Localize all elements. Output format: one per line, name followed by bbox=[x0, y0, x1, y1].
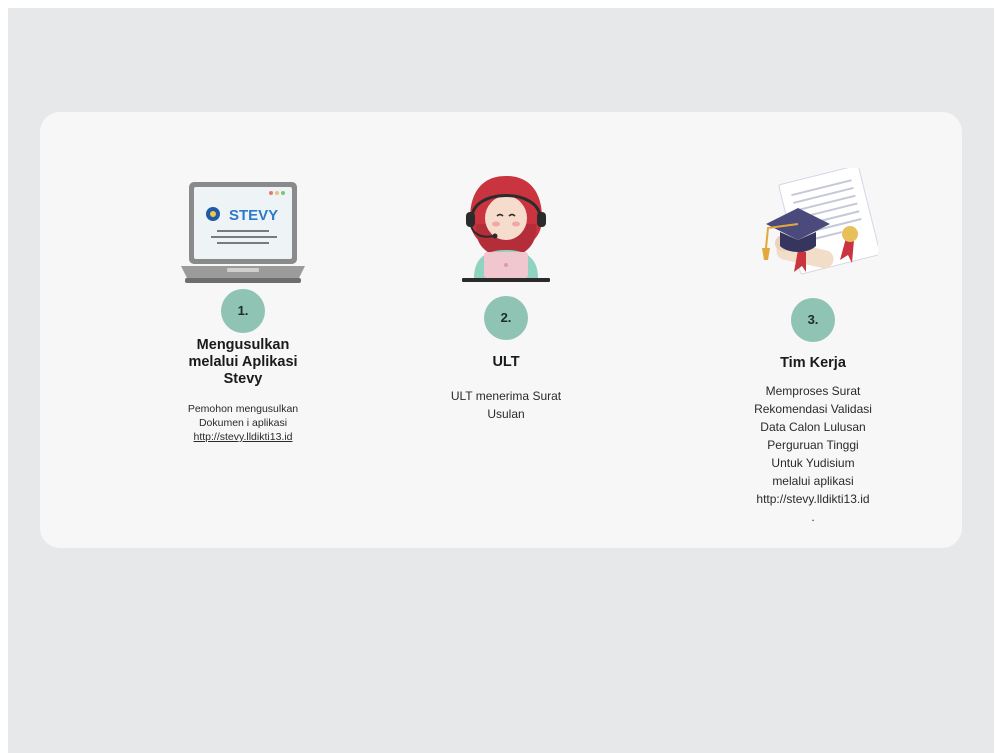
process-card: STEVY 1. Mengusulkan melalui Aplikasi St… bbox=[40, 112, 962, 548]
page-background: STEVY 1. Mengusulkan melalui Aplikasi St… bbox=[8, 8, 994, 753]
step-title-line: Mengusulkan bbox=[196, 337, 290, 353]
stevy-link[interactable]: http://stevy.lldikti13.id bbox=[143, 430, 343, 444]
step-title: Tim Kerja bbox=[780, 355, 846, 371]
step-title: ULT bbox=[492, 354, 520, 370]
step-description: Pemohon mengusulkan Dokumen i aplikasi h… bbox=[143, 402, 343, 444]
step-title: Mengusulkan melalui Aplikasi Stevy bbox=[143, 337, 343, 388]
step-desc-line: Perguruan Tinggi bbox=[767, 438, 859, 452]
step-description: ULT menerima Surat Usulan bbox=[406, 387, 606, 423]
step-title-line: melalui Aplikasi bbox=[188, 354, 298, 370]
step-description: Memproses Surat Rekomendasi Validasi Dat… bbox=[713, 382, 913, 526]
step-desc-line: ULT menerima Surat bbox=[450, 389, 562, 403]
step-desc-line: Data Calon Lulusan bbox=[760, 420, 866, 434]
step-desc-line: Memproses Surat bbox=[765, 384, 861, 398]
step-desc-line: . bbox=[811, 510, 815, 524]
step-desc-line: Pemohon mengusulkan bbox=[187, 403, 299, 415]
step-desc-line: Untuk Yudisium bbox=[771, 456, 855, 470]
step-number-badge: 3. bbox=[791, 298, 835, 342]
step-number-badge: 2. bbox=[484, 296, 528, 340]
step-desc-line: Rekomendasi Validasi bbox=[754, 402, 872, 416]
step-title-line: Stevy bbox=[223, 371, 263, 387]
graduation-diploma-icon bbox=[713, 168, 913, 298]
step-desc-line: melalui aplikasi bbox=[772, 474, 854, 488]
step-number-badge: 1. bbox=[221, 289, 265, 333]
step-desc-line: Usulan bbox=[487, 407, 525, 421]
step-desc-line: Dokumen i aplikasi bbox=[198, 417, 288, 429]
stevy-link-text: http://stevy.lldikti13.id bbox=[756, 492, 870, 506]
operator-headset-icon bbox=[406, 174, 606, 304]
svg-text:STEVY: STEVY bbox=[229, 207, 278, 224]
